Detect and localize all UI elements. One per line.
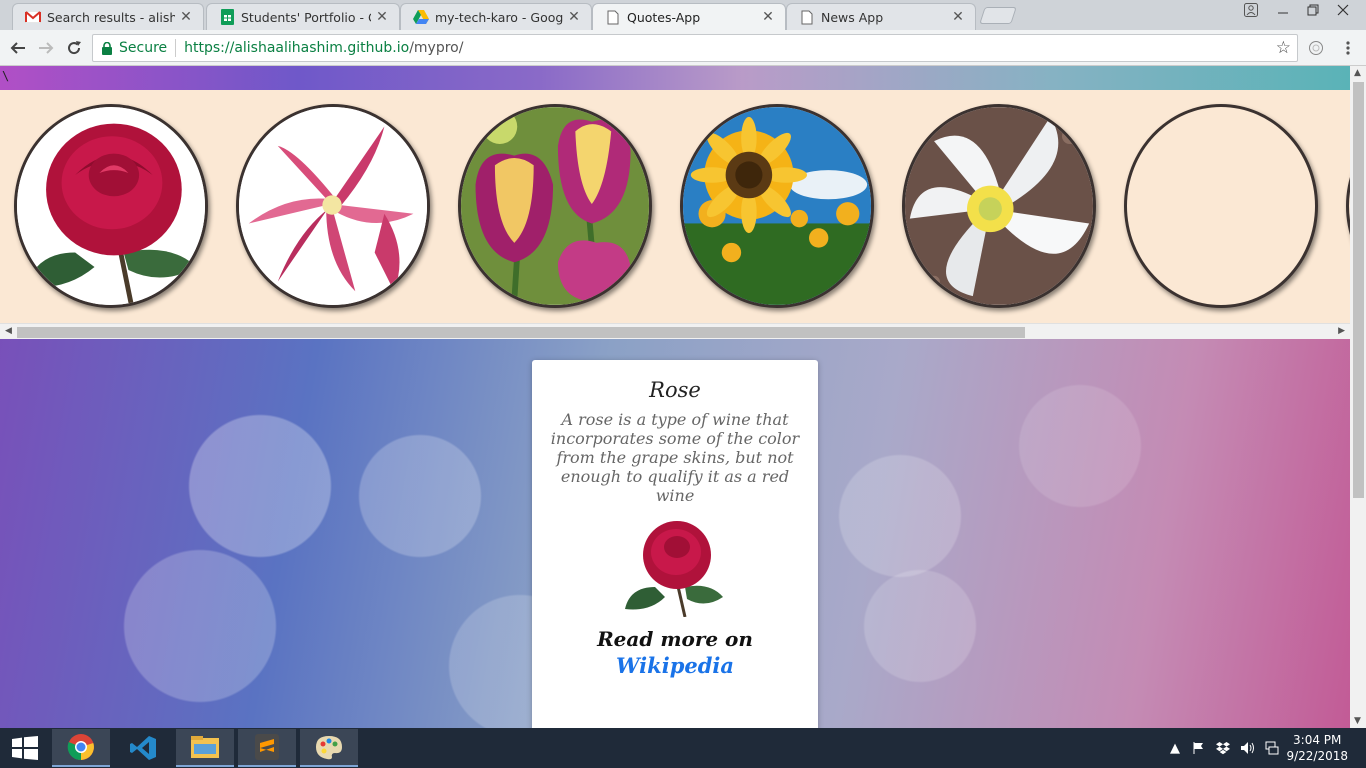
profile-icon[interactable]	[1240, 0, 1262, 20]
card-description: A rose is a type of wine that incorporat…	[550, 410, 800, 505]
anemone-image	[905, 107, 1093, 305]
close-tab-icon[interactable]: ✕	[761, 9, 775, 25]
bookmark-star-icon[interactable]: ☆	[1276, 38, 1291, 58]
windows-taskbar: ▲ 3:04 PM 9/22/2018	[0, 728, 1366, 768]
flower-empty[interactable]	[1124, 104, 1318, 308]
lily-image	[239, 107, 427, 305]
close-tab-icon[interactable]: ✕	[179, 9, 193, 25]
stray-text: \	[2, 69, 10, 83]
file-explorer-icon[interactable]	[176, 729, 234, 767]
url-path: /mypro/	[409, 40, 464, 56]
tab-gmail-search[interactable]: Search results - alishaalih ✕	[12, 3, 204, 30]
new-tab-button[interactable]	[979, 7, 1017, 24]
clock-time: 3:04 PM	[1293, 733, 1342, 747]
forward-arrow-icon[interactable]	[34, 36, 58, 60]
extension-icon[interactable]	[1304, 36, 1328, 60]
gallery-horizontal-scrollbar[interactable]: ◀ ▶	[0, 323, 1350, 339]
flag-icon[interactable]	[1192, 728, 1206, 768]
card-title: Rose	[649, 378, 701, 402]
sunflower-image	[683, 107, 871, 305]
scroll-up-arrow-icon[interactable]: ▲	[1354, 68, 1361, 78]
flower-tulip[interactable]	[458, 104, 652, 308]
page-icon	[799, 9, 815, 25]
scroll-right-arrow-icon[interactable]: ▶	[1338, 326, 1345, 336]
page-icon	[605, 9, 621, 25]
tab-quotes-app[interactable]: Quotes-App ✕	[592, 3, 786, 30]
paint-icon[interactable]	[300, 729, 358, 767]
windows-start-icon[interactable]	[0, 729, 50, 767]
browser-toolbar: Secure https://alishaalihashim.github.io…	[0, 30, 1366, 66]
tab-google-drive[interactable]: my-tech-karo - Google D ✕	[400, 3, 592, 30]
lock-icon	[101, 41, 113, 55]
tab-title: Students' Portfolio - Goo	[241, 9, 371, 25]
kebab-menu-icon[interactable]	[1336, 36, 1360, 60]
volume-icon[interactable]	[1240, 728, 1256, 768]
secure-label: Secure	[119, 40, 168, 56]
network-icon[interactable]	[1264, 728, 1280, 768]
tab-strip: Search results - alishaalih ✕ Students' …	[0, 0, 1366, 30]
scroll-down-arrow-icon[interactable]: ▼	[1354, 716, 1361, 726]
drive-icon	[413, 9, 429, 25]
close-tab-icon[interactable]: ✕	[567, 9, 581, 25]
tab-students-portfolio[interactable]: Students' Portfolio - Goo ✕	[206, 3, 400, 30]
sublime-icon[interactable]	[238, 729, 296, 767]
header-band: \	[0, 66, 1350, 90]
scroll-left-arrow-icon[interactable]: ◀	[5, 326, 12, 336]
flower-gallery	[0, 90, 1350, 323]
minimize-icon[interactable]	[1268, 0, 1298, 20]
tab-title: my-tech-karo - Google D	[435, 9, 563, 25]
page-viewport: \ ◀ ▶ Rose A rose is a type of wine that…	[0, 66, 1350, 728]
tab-title: Quotes-App	[627, 9, 701, 25]
system-clock[interactable]: 3:04 PM 9/22/2018	[1286, 732, 1348, 764]
rose-image	[17, 107, 205, 305]
tulip-image	[461, 107, 649, 305]
show-hidden-icons-icon[interactable]: ▲	[1170, 728, 1180, 768]
reload-icon[interactable]	[62, 36, 86, 60]
address-separator	[175, 39, 177, 57]
clock-date: 9/22/2018	[1286, 749, 1348, 763]
scrollbar-thumb[interactable]	[17, 327, 1025, 338]
tab-title: News App	[821, 9, 884, 25]
flower-info-card: Rose A rose is a type of wine that incor…	[532, 360, 818, 728]
wikipedia-link[interactable]: Wikipedia	[616, 653, 734, 678]
tab-title: Search results - alishaalih	[47, 9, 175, 25]
dropbox-icon[interactable]	[1216, 728, 1230, 768]
gmail-icon	[25, 9, 41, 25]
restore-icon[interactable]	[1298, 0, 1328, 20]
card-rose-image	[625, 517, 725, 618]
sheets-icon	[219, 9, 235, 25]
url-host: https://alishaalihashim.github.io	[184, 40, 410, 56]
vscode-icon[interactable]	[114, 729, 172, 767]
close-window-icon[interactable]	[1328, 0, 1358, 20]
chrome-icon[interactable]	[52, 729, 110, 767]
address-bar[interactable]: Secure https://alishaalihashim.github.io…	[92, 34, 1298, 62]
flower-rose[interactable]	[14, 104, 208, 308]
flower-sunflower[interactable]	[680, 104, 874, 308]
scrollbar-thumb[interactable]	[1353, 82, 1364, 498]
close-tab-icon[interactable]: ✕	[951, 9, 965, 25]
flower-anemone[interactable]	[902, 104, 1096, 308]
back-arrow-icon[interactable]	[6, 36, 30, 60]
read-more-text: Read more on	[597, 627, 753, 651]
page-vertical-scrollbar[interactable]: ▲ ▼	[1350, 66, 1366, 728]
close-tab-icon[interactable]: ✕	[375, 9, 389, 25]
flower-lily[interactable]	[236, 104, 430, 308]
tab-news-app[interactable]: News App ✕	[786, 3, 976, 30]
